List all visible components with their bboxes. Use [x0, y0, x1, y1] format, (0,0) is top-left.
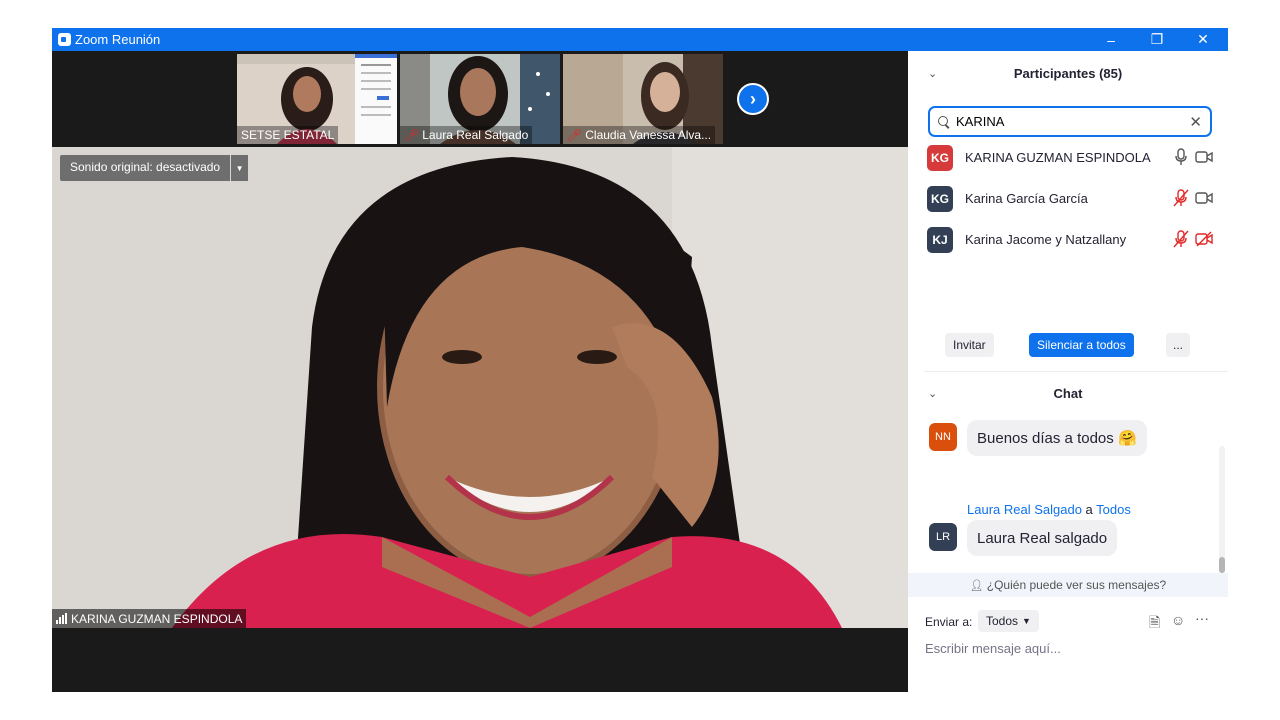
signal-strength-icon [56, 613, 67, 624]
recipient-link[interactable]: Todos [1096, 502, 1131, 517]
minimize-button[interactable]: – [1088, 28, 1134, 51]
chevron-right-icon: › [750, 88, 756, 109]
sender-name-link[interactable]: Laura Real Salgado [967, 502, 1082, 517]
video-off-icon[interactable] [1195, 231, 1213, 247]
hugging-face-emoji: 🤗 [1117, 430, 1137, 447]
title-bar: Zoom Reunión – ❐ ✕ [52, 28, 1228, 51]
thumbnail-name: 🎤︎ Laura Real Salgado [400, 126, 533, 144]
thumbnail-name: 🎤︎ Claudia Vanessa Alva... [563, 126, 716, 144]
original-sound-control[interactable]: Sonido original: desactivado ▼ [60, 155, 249, 181]
video-area: SETSE ESTATAL 🎤︎ Laura Real Salgado 🎤︎ C… [52, 51, 908, 692]
avatar: NN [929, 423, 957, 451]
search-icon [938, 115, 950, 128]
zoom-logo-icon [58, 33, 71, 46]
sender-connector: a [1085, 502, 1093, 517]
close-window-button[interactable]: ✕ [1180, 28, 1226, 51]
file-icon[interactable]: 🗎︎ [1149, 612, 1160, 636]
chat-message: Buenos días a todos 🤗 [967, 420, 1147, 456]
microphone-muted-icon[interactable] [1173, 189, 1189, 207]
participant-row[interactable]: KJ Karina Jacome y Natzallany [908, 220, 1228, 260]
original-sound-label[interactable]: Sonido original: desactivado [60, 155, 231, 181]
video-camera-icon[interactable] [1195, 149, 1213, 165]
gallery-thumbnail[interactable]: SETSE ESTATAL [237, 54, 397, 144]
chat-message-input[interactable] [925, 641, 1215, 656]
send-to-label: Enviar a: [925, 615, 973, 629]
microphone-icon[interactable] [1173, 148, 1189, 166]
caret-down-icon: ▼ [235, 163, 244, 173]
chat-message: Laura Real salgado [967, 520, 1118, 556]
chat-header: Chat [1053, 386, 1083, 401]
participant-name: Karina García García [965, 191, 1088, 206]
chevron-down-icon: ▼ [1022, 616, 1031, 626]
side-panel: ⌄ Participantes (85) ✕ KG KARINA GUZMAN … [908, 51, 1228, 692]
participant-search-box[interactable]: ✕ [928, 106, 1212, 137]
thumbnail-name: SETSE ESTATAL [237, 126, 339, 144]
chat-scrollbar[interactable] [1219, 446, 1225, 573]
speaker-video-feed [52, 147, 908, 628]
participants-header: Participantes (85) [1013, 66, 1123, 81]
avatar: KG [927, 186, 953, 212]
send-to-dropdown[interactable]: Todos ▼ [978, 610, 1039, 632]
gallery-thumbnail[interactable]: 🎤︎ Laura Real Salgado [400, 54, 560, 144]
chat-more-button[interactable]: ··· [1195, 610, 1209, 626]
chat-sender-line: Laura Real Salgado a Todos [967, 502, 1131, 517]
mute-all-button[interactable]: Silenciar a todos [1029, 333, 1134, 357]
video-camera-icon[interactable] [1195, 190, 1213, 206]
emoji-icon[interactable]: ☺ [1171, 612, 1185, 628]
person-icon: 👤︎ [969, 579, 984, 592]
chat-scrollbar-thumb[interactable] [1219, 557, 1225, 573]
avatar: LR [929, 523, 957, 551]
avatar: KG [927, 145, 953, 171]
active-speaker-video: Sonido original: desactivado ▼ KARINA GU… [52, 147, 908, 628]
original-sound-dropdown-button[interactable]: ▼ [231, 155, 249, 181]
participant-row[interactable]: KG KARINA GUZMAN ESPINDOLA [908, 138, 1228, 178]
mic-muted-icon: 🎤︎ [567, 128, 583, 142]
speaker-name-label: KARINA GUZMAN ESPINDOLA [52, 609, 247, 628]
participant-search-input[interactable] [956, 114, 1176, 129]
window-title: Zoom Reunión [75, 32, 161, 47]
participant-row[interactable]: KG Karina García García [908, 179, 1228, 219]
participant-name: Karina Jacome y Natzallany [965, 232, 1127, 247]
zoom-window: Zoom Reunión – ❐ ✕ SETSE ESTATAL 🎤︎ Laur… [52, 28, 1228, 692]
participant-name: KARINA GUZMAN ESPINDOLA [965, 150, 1151, 165]
microphone-muted-icon[interactable] [1173, 230, 1189, 248]
gallery-thumbnail[interactable]: 🎤︎ Claudia Vanessa Alva... [563, 54, 723, 144]
chat-privacy-link[interactable]: 👤︎ ¿Quién puede ver sus mensajes? [908, 573, 1228, 597]
restore-button[interactable]: ❐ [1134, 28, 1180, 51]
mic-muted-icon: 🎤︎ [404, 128, 420, 142]
avatar: KJ [927, 227, 953, 253]
participants-more-button[interactable]: ... [1166, 333, 1190, 357]
clear-search-icon[interactable]: ✕ [1189, 113, 1202, 131]
gallery-next-button[interactable]: › [737, 83, 769, 115]
section-divider [924, 371, 1228, 372]
invite-button[interactable]: Invitar [945, 333, 994, 357]
